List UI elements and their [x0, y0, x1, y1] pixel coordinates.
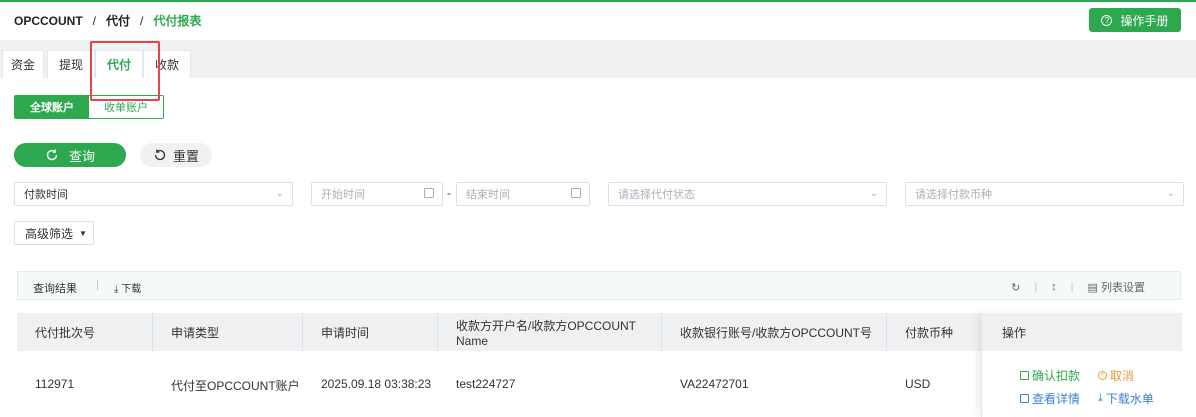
column-settings-label: 列表设置	[1101, 282, 1145, 294]
start-date-placeholder: 开始时间	[321, 189, 365, 201]
table-tools: ↻ | ↕ | ▤ 列表设置	[1011, 279, 1145, 295]
refresh-icon[interactable]: ↻	[1011, 281, 1020, 294]
page-header: OPCCOUNT / 代付 / 代付报表 ? 操作手册	[0, 2, 1196, 40]
confirm-label: 确认扣款	[1032, 369, 1081, 383]
cell-batch-no: 112971	[35, 377, 75, 391]
operations-column: 操作 确认扣款 × 取消 查看详情 ⤓ 下载水单	[981, 313, 1182, 417]
calendar-icon	[424, 188, 434, 198]
end-date-input[interactable]: 结束时间	[456, 182, 590, 206]
download-receipt-label: 下载水单	[1105, 392, 1154, 406]
search-button[interactable]: 查询	[14, 143, 126, 167]
cancel-link[interactable]: × 取消	[1098, 367, 1134, 384]
tab-funds[interactable]: 资金	[2, 50, 44, 78]
column-settings-button[interactable]: ▤ 列表设置	[1088, 279, 1145, 295]
chevron-down-icon: ⌄	[275, 188, 284, 199]
reset-icon	[154, 149, 166, 161]
caret-down-icon: ▼	[79, 228, 87, 238]
breadcrumb-separator: /	[140, 14, 144, 28]
advanced-filter-label: 高级筛选	[25, 226, 74, 241]
details-label: 查看详情	[1032, 392, 1081, 406]
reset-button[interactable]: 重置	[140, 143, 212, 167]
time-type-value: 付款时间	[24, 189, 68, 201]
confirm-deduct-link[interactable]: 确认扣款	[1020, 367, 1080, 384]
result-label: 查询结果	[33, 283, 77, 295]
tab-label: 提现	[58, 58, 83, 72]
advanced-filter-button[interactable]: 高级筛选 ▼	[14, 221, 94, 245]
breadcrumb-current: 代付报表	[153, 14, 202, 28]
breadcrumb-root[interactable]: OPCCOUNT	[14, 14, 83, 28]
global-account-option[interactable]: 全球账户	[15, 96, 89, 118]
currency-select[interactable]: 请选择付款币种 ⌄	[905, 182, 1184, 206]
toolbar-separator: |	[1070, 281, 1074, 293]
calendar-icon	[571, 188, 581, 198]
toolbar-separator: |	[1034, 281, 1038, 293]
chevron-down-icon: ⌄	[1166, 188, 1175, 199]
chevron-down-icon: ⌄	[869, 188, 878, 199]
start-date-input[interactable]: 开始时间	[311, 182, 443, 206]
close-circle-icon: ×	[1098, 371, 1107, 380]
bar-chart-icon: ▤	[1087, 282, 1098, 294]
refresh-icon	[46, 149, 58, 161]
download-icon: ⤓	[114, 284, 119, 295]
tab-label: 资金	[10, 58, 35, 72]
column-header: 申请类型	[153, 313, 303, 351]
breadcrumb: OPCCOUNT / 代付 / 代付报表	[14, 12, 201, 29]
help-icon: ?	[1101, 14, 1113, 26]
column-header: 申请时间	[303, 313, 438, 351]
cell-payee-account: VA22472701	[680, 377, 749, 391]
time-type-select[interactable]: 付款时间 ⌄	[14, 182, 293, 206]
download-button[interactable]: ⤓ 下载	[114, 280, 141, 295]
column-header: 代付批次号	[17, 313, 153, 351]
reset-button-label: 重置	[172, 148, 199, 164]
cell-payee-name: test224727	[456, 377, 516, 391]
density-icon[interactable]: ↕	[1051, 281, 1057, 293]
confirm-icon	[1020, 371, 1029, 380]
result-toolbar: 查询结果 | ⤓ 下载 ↻ | ↕ | ▤ 列表设置	[17, 271, 1181, 300]
view-details-link[interactable]: 查看详情	[1020, 390, 1080, 407]
download-receipt-link[interactable]: ⤓ 下载水单	[1098, 390, 1154, 407]
cell-apply-time: 2025.09.18 03:38:23	[321, 377, 432, 391]
column-header: 收款方开户名/收款方OPCCOUNT Name	[438, 313, 662, 351]
manual-button-label: 操作手册	[1120, 13, 1169, 28]
column-header: 操作	[982, 313, 1182, 351]
toolbar-separator: |	[96, 279, 99, 291]
cell-apply-type: 代付至OPCCOUNT账户	[171, 379, 300, 393]
end-date-placeholder: 结束时间	[466, 189, 510, 201]
document-icon	[1020, 394, 1029, 403]
tab-bar: 资金 提现 代付 收款	[0, 40, 1196, 78]
breadcrumb-separator: /	[92, 14, 97, 28]
cancel-label: 取消	[1110, 369, 1135, 383]
cell-currency: USD	[905, 377, 931, 391]
download-label: 下载	[121, 284, 142, 295]
annotation-highlight	[90, 41, 160, 101]
tab-withdraw[interactable]: 提现	[47, 50, 95, 78]
search-button-label: 查询	[68, 148, 95, 164]
manual-button[interactable]: ? 操作手册	[1089, 8, 1181, 32]
currency-placeholder: 请选择付款币种	[915, 189, 992, 201]
column-header: 收款银行账号/收款方OPCCOUNT号	[662, 313, 887, 351]
download-icon: ⤓	[1098, 392, 1103, 404]
date-range-dash: -	[447, 186, 451, 200]
breadcrumb-level2[interactable]: 代付	[106, 12, 130, 29]
payout-status-placeholder: 请选择代付状态	[618, 189, 695, 201]
payout-status-select[interactable]: 请选择代付状态 ⌄	[608, 182, 887, 206]
